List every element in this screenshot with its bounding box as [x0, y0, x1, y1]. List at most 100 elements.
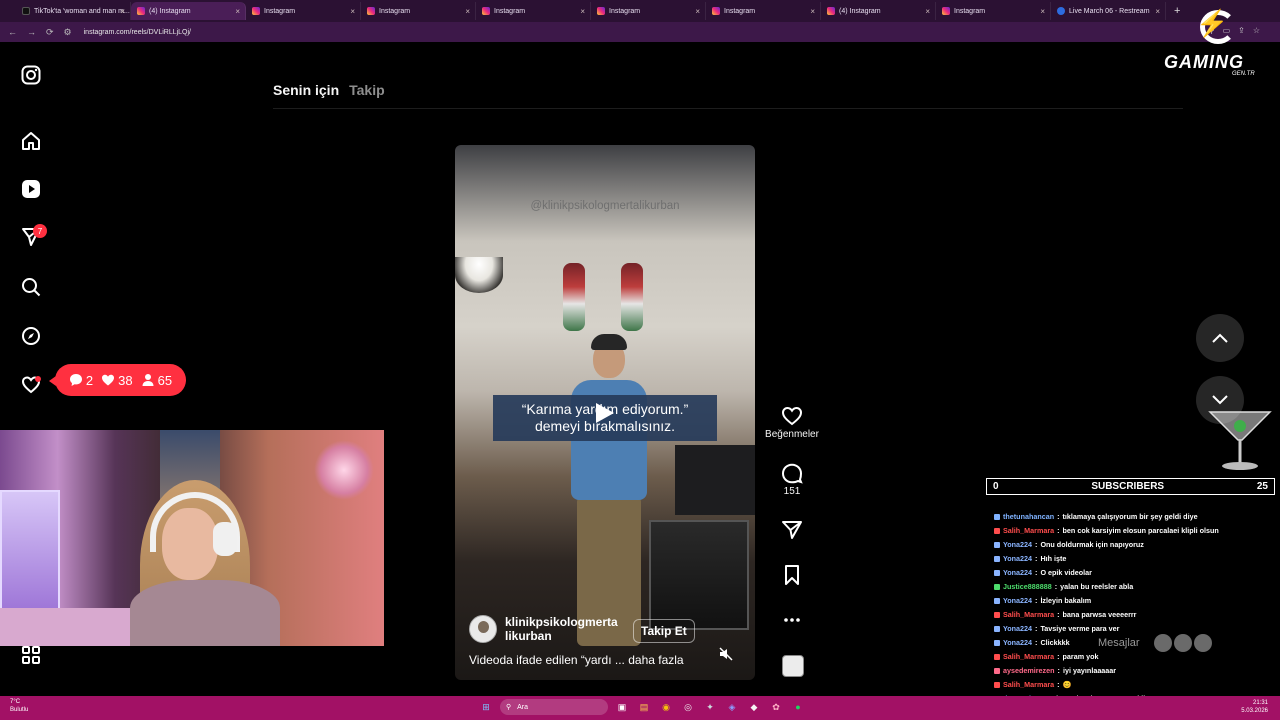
instagram-icon — [137, 7, 145, 15]
chat-text: O epik videolar — [1040, 568, 1092, 577]
previous-reel-button[interactable] — [1196, 314, 1244, 362]
weather-widget[interactable]: 7°C Bulutlu — [10, 698, 28, 714]
browser-tab-title: Instagram — [264, 7, 296, 15]
mute-icon[interactable] — [719, 647, 737, 661]
platform-badge-icon — [994, 668, 1000, 674]
chat-username: Yona224 — [1003, 540, 1033, 549]
app3-icon[interactable]: ✿ — [768, 699, 784, 715]
reels-icon[interactable] — [20, 178, 42, 200]
task-view-icon[interactable]: ▣ — [614, 699, 630, 715]
chat-message: thetunahancan: tıklamaya çalışıyorum bir … — [994, 510, 1279, 524]
close-tab-icon[interactable]: × — [235, 7, 240, 16]
instagram-logo-icon[interactable] — [20, 64, 42, 86]
video-scene-elf-left — [563, 263, 585, 331]
discord-icon[interactable]: ◈ — [724, 699, 740, 715]
save-action[interactable] — [764, 564, 820, 588]
video-scene-cabinets — [675, 445, 755, 515]
close-tab-icon[interactable]: × — [580, 7, 585, 16]
browser-tab[interactable]: Instagram × — [361, 2, 476, 20]
chat-text: 😊 — [1062, 680, 1072, 689]
activity-notification-pill[interactable]: 2 38 65 — [49, 364, 186, 396]
close-tab-icon[interactable]: × — [695, 7, 700, 16]
browser-tab[interactable]: Instagram × — [936, 2, 1051, 20]
instagram-icon — [712, 7, 720, 15]
video-watermark: @klinikpsikologmertalikurban — [530, 200, 680, 212]
video-scene-light — [455, 257, 503, 293]
reload-icon[interactable]: ⟳ — [46, 27, 54, 38]
app2-icon[interactable]: ◆ — [746, 699, 762, 715]
home-icon[interactable] — [20, 130, 42, 152]
tab-following[interactable]: Takip — [349, 82, 385, 98]
more-options-action[interactable] — [764, 609, 820, 633]
browser-tab[interactable]: Instagram × — [246, 2, 361, 20]
chat-text: İzleyin bakalım — [1040, 596, 1092, 605]
play-icon[interactable] — [596, 403, 614, 423]
browser-tab-title: Instagram — [379, 7, 411, 15]
back-icon[interactable]: ← — [8, 27, 17, 37]
browser-tab-title: Live March 06 - Restream — [1069, 7, 1150, 15]
platform-badge-icon — [994, 682, 1000, 688]
app-icon[interactable]: ✦ — [702, 699, 718, 715]
obs-icon[interactable]: ◎ — [680, 699, 696, 715]
author-avatar[interactable] — [469, 615, 497, 643]
file-explorer-icon[interactable]: ▤ — [636, 699, 652, 715]
browser-tab[interactable]: (4) Instagram × — [131, 2, 246, 20]
close-tab-icon[interactable]: × — [350, 7, 355, 16]
chat-username: Justice888888 — [1003, 582, 1052, 591]
author-username[interactable]: klinikpsikologmertalikurban — [505, 615, 620, 643]
messages-overlay-avatars — [1154, 634, 1212, 652]
notifications-heart-icon[interactable] — [20, 374, 42, 396]
tab-for-you[interactable]: Senin için — [273, 82, 339, 98]
chat-message: Salih_Marmara: param yok — [994, 650, 1279, 664]
url-field[interactable]: instagram.com/reels/DVLiRLLjLQj/ — [84, 29, 191, 36]
system-clock[interactable]: 21:31 5.03.2026 — [1241, 699, 1268, 715]
taskbar-search[interactable]: ⚲ Ara — [500, 699, 608, 715]
chat-text: iyi yayınlaaaaar — [1062, 666, 1117, 675]
like-action[interactable]: Beğenmeler — [764, 405, 820, 440]
browser-tab-title: Instagram — [609, 7, 641, 15]
comment-action[interactable]: 151 — [764, 462, 820, 497]
browser-tab-bar: TikTok'ta 'woman and man m... × (4) Instag… — [0, 0, 1280, 22]
close-tab-icon[interactable]: × — [465, 7, 470, 16]
instagram-icon — [252, 7, 260, 15]
platform-badge-icon — [994, 542, 1000, 548]
browser-tab-title: (4) Instagram — [839, 7, 881, 15]
like-label: Beğenmeler — [765, 429, 819, 440]
chat-username: aysedemirezen — [1003, 666, 1055, 675]
reel-description[interactable]: Videoda ifade edilen “yardı ... daha faz… — [469, 653, 684, 667]
reel-video[interactable]: @klinikpsikologmertalikurban “Karıma yar… — [455, 145, 755, 680]
site-info-icon[interactable]: ⚙ — [64, 27, 72, 38]
browser-tab[interactable]: Instagram × — [476, 2, 591, 20]
restream-icon — [1057, 7, 1065, 15]
start-icon[interactable]: ⊞ — [478, 699, 494, 715]
video-scene-oven — [649, 520, 749, 630]
spotify-icon[interactable]: ● — [790, 699, 806, 715]
explore-icon[interactable] — [20, 325, 42, 347]
instagram-icon — [367, 7, 375, 15]
close-tab-icon[interactable]: × — [1040, 7, 1045, 16]
browser-tab[interactable]: Instagram × — [591, 2, 706, 20]
browser-tab[interactable]: TikTok'ta 'woman and man m... × — [16, 2, 131, 20]
chat-username: Salih_Marmara — [1003, 680, 1055, 689]
more-menu-icon[interactable] — [20, 644, 42, 666]
browser-tab[interactable]: (4) Instagram × — [821, 2, 936, 20]
chat-username: Yona224 — [1003, 568, 1033, 577]
chevron-down-icon — [1212, 395, 1228, 405]
forward-icon[interactable]: → — [27, 27, 36, 37]
close-tab-icon[interactable]: × — [925, 7, 930, 16]
streamer-webcam — [0, 430, 384, 646]
messages-count-badge: 7 — [33, 224, 47, 238]
search-icon[interactable] — [20, 276, 42, 298]
share-action[interactable] — [764, 519, 820, 543]
reel-author[interactable]: klinikpsikologmertalikurban — [469, 615, 620, 643]
video-scene-elf-right — [621, 263, 643, 331]
close-tab-icon[interactable]: × — [120, 7, 125, 16]
audio-thumbnail[interactable] — [782, 655, 804, 677]
close-tab-icon[interactable]: × — [810, 7, 815, 16]
chrome-icon[interactable]: ◉ — [658, 699, 674, 715]
chat-text: bana parwsa veeeerrr — [1062, 610, 1137, 619]
instagram-icon — [482, 7, 490, 15]
browser-tab[interactable]: Instagram × — [706, 2, 821, 20]
follow-button[interactable]: Takip Et — [633, 619, 695, 643]
browser-tab[interactable]: Live March 06 - Restream × — [1051, 2, 1166, 20]
